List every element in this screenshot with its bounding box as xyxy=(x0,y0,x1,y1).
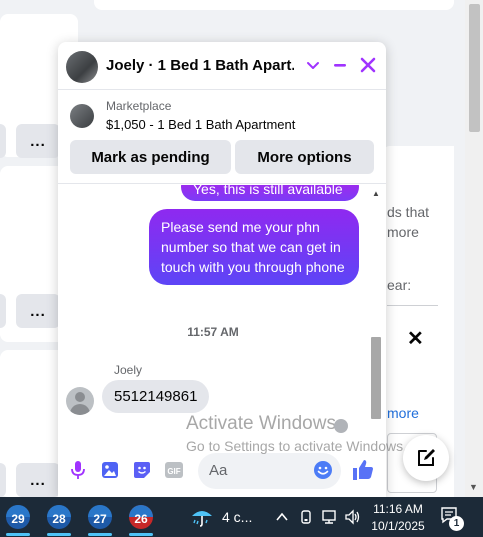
mark-as-pending-button[interactable]: Mark as pending xyxy=(70,140,231,174)
chat-header[interactable]: Joely · 1 Bed 1 Bath Apart... xyxy=(58,42,386,90)
divider xyxy=(387,305,438,306)
close-icon[interactable] xyxy=(357,54,379,76)
right-panel-top xyxy=(94,0,454,10)
taskbar-app-label: 27 xyxy=(93,512,107,526)
outgoing-message[interactable]: Yes, this is still available xyxy=(181,185,359,201)
activate-windows-subtitle: Go to Settings to activate Windows. xyxy=(186,438,407,454)
marketplace-label: Marketplace xyxy=(106,99,172,113)
more-options-button[interactable]: ... xyxy=(16,463,60,497)
incoming-message[interactable]: 5512149861 xyxy=(102,380,210,413)
marketplace-listing: Marketplace $1,050 - 1 Bed 1 Bath Apartm… xyxy=(58,90,386,184)
user-icon xyxy=(334,419,348,433)
taskbar-app-label: 29 xyxy=(11,512,25,526)
compose-icon xyxy=(418,449,435,466)
page-scroll-thumb[interactable] xyxy=(469,4,480,132)
taskbar: 29 28 27 26 4 c... 11:16 AM 10/1/2025 xyxy=(0,497,483,537)
page-scrollbar[interactable]: ▼ xyxy=(465,0,483,497)
taskbar-app[interactable]: 29 xyxy=(4,503,32,536)
new-message-button[interactable] xyxy=(403,435,449,481)
scroll-up-arrow[interactable]: ▲ xyxy=(372,189,380,198)
photo-icon[interactable] xyxy=(99,459,121,481)
listing-thumbnail[interactable] xyxy=(70,104,94,128)
weather-text[interactable]: 4 c... xyxy=(222,509,252,525)
chevron-up-icon[interactable] xyxy=(273,508,291,526)
clock-time: 11:16 AM xyxy=(373,502,423,516)
taskbar-app-label: 28 xyxy=(52,512,66,526)
message-timestamp: 11:57 AM xyxy=(187,325,239,339)
minimize-icon[interactable] xyxy=(329,54,351,76)
feed-button-edge[interactable] xyxy=(0,463,6,497)
activate-windows-title: Activate Windows xyxy=(186,413,336,434)
partial-text: ds that xyxy=(387,204,430,220)
message-input-placeholder: Aa xyxy=(209,462,228,479)
taskbar-app[interactable]: 27 xyxy=(86,503,114,536)
message-composer: GIF Aa xyxy=(58,447,386,497)
feed-button-edge[interactable] xyxy=(0,294,6,328)
gif-icon[interactable]: GIF xyxy=(163,459,185,481)
more-options-button[interactable]: More options xyxy=(235,140,374,174)
device-icon[interactable] xyxy=(297,508,315,526)
weather-icon[interactable] xyxy=(190,505,214,529)
outgoing-message[interactable]: Please send me your phn number so that w… xyxy=(149,209,359,285)
partial-text: more xyxy=(387,224,419,240)
scroll-down-arrow[interactable]: ▼ xyxy=(469,482,478,492)
microphone-icon[interactable] xyxy=(67,459,89,481)
close-icon[interactable]: ✕ xyxy=(407,326,424,351)
network-icon[interactable] xyxy=(320,508,338,526)
volume-icon[interactable] xyxy=(344,508,362,526)
sender-avatar[interactable] xyxy=(66,387,94,415)
listing-description[interactable]: $1,050 - 1 Bed 1 Bath Apartment xyxy=(106,117,295,132)
conversation-title[interactable]: Joely · 1 Bed 1 Bath Apart... xyxy=(106,57,294,74)
taskbar-app[interactable]: 28 xyxy=(45,503,73,536)
thread-scrollbar[interactable]: ▲ xyxy=(368,185,384,419)
clock-date: 10/1/2025 xyxy=(371,519,425,533)
svg-text:GIF: GIF xyxy=(167,467,180,476)
see-more-link[interactable]: more xyxy=(387,405,419,421)
thumbs-up-icon[interactable] xyxy=(350,457,376,483)
chevron-down-icon[interactable] xyxy=(302,54,324,76)
sender-name: Joely xyxy=(114,363,143,377)
message-thread: Yes, this is still available Please send… xyxy=(58,185,386,447)
notification-badge: 1 xyxy=(449,516,464,531)
partial-text: ear: xyxy=(387,277,412,293)
feed-button-edge[interactable] xyxy=(0,124,6,158)
emoji-icon[interactable] xyxy=(312,459,334,481)
clock[interactable]: 11:16 AM 10/1/2025 xyxy=(370,501,426,535)
more-options-button[interactable]: ... xyxy=(16,124,60,158)
taskbar-app-label: 26 xyxy=(134,512,148,526)
taskbar-app[interactable]: 26 xyxy=(127,503,155,536)
more-options-button[interactable]: ... xyxy=(16,294,60,328)
thread-scroll-thumb[interactable] xyxy=(371,337,381,419)
conversation-avatar[interactable] xyxy=(66,51,98,83)
sticker-icon[interactable] xyxy=(131,459,153,481)
